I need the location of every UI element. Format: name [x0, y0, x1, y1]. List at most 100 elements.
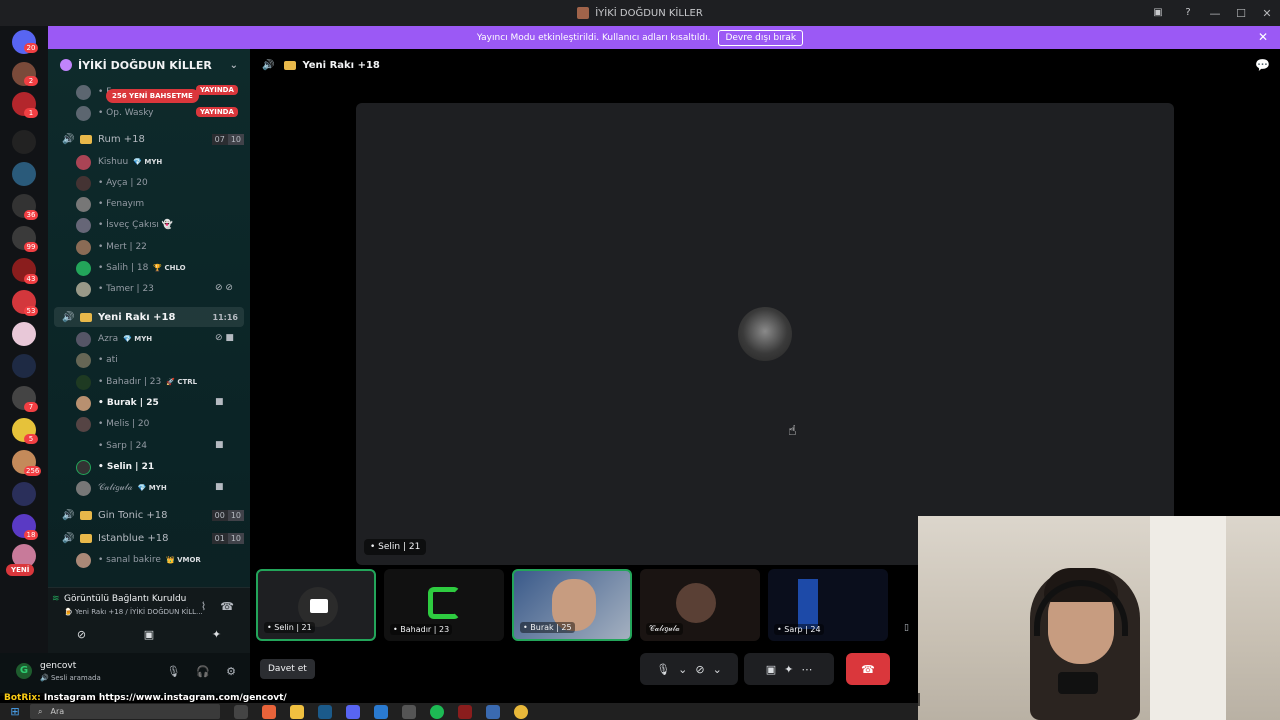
- voice-user[interactable]: • Ayça | 20: [76, 173, 148, 193]
- participant-tile[interactable]: 𝒞𝒶𝓁𝒾𝑔𝓊𝓁𝒶: [640, 569, 760, 641]
- muted-deafened-icon: ⊘ ⊘: [215, 283, 233, 293]
- participant-tile[interactable]: • Selin | 21: [256, 569, 376, 641]
- user-count: 00 10: [211, 509, 244, 521]
- microphone-icon[interactable]: 🎙: [166, 665, 180, 678]
- server-icon[interactable]: [12, 354, 36, 378]
- screen-share-icon[interactable]: ▣: [144, 628, 154, 641]
- notification-badge: 53: [24, 306, 38, 316]
- headphones-icon[interactable]: 🎧: [196, 665, 210, 678]
- disconnect-icon[interactable]: ☎: [220, 600, 234, 613]
- voice-user[interactable]: • Bahadır | 23 🚀 CTRL: [76, 372, 197, 392]
- voice-user[interactable]: • Salih | 18 🏆 CHLO: [76, 258, 186, 278]
- voice-channel-istanblue[interactable]: 🔊 Istanblue +18 01 10: [54, 528, 244, 548]
- chevron-down-icon[interactable]: ⌄: [713, 663, 722, 676]
- avatar: [76, 352, 91, 368]
- outlook-icon[interactable]: [374, 704, 388, 719]
- steam-icon[interactable]: [318, 704, 332, 719]
- participant-tile[interactable]: ⌄ • Sarp | 24: [768, 569, 888, 641]
- server-icon[interactable]: [12, 162, 36, 186]
- channel-emoji-icon: [80, 533, 92, 543]
- disable-streamer-mode-button[interactable]: Devre dışı bırak: [718, 29, 804, 46]
- windows-start-icon[interactable]: ⊞: [0, 705, 30, 718]
- participant-tile[interactable]: • Bahadır | 23: [384, 569, 504, 641]
- voice-user[interactable]: • Burak | 25: [76, 393, 159, 413]
- screen-share-icon[interactable]: ▣: [766, 663, 776, 676]
- taskbar-app-icon[interactable]: [486, 704, 500, 719]
- help-icon[interactable]: ?: [1180, 4, 1196, 20]
- voice-user[interactable]: • İsveç Çakısı 👻: [76, 215, 173, 235]
- voice-status-channel[interactable]: 🍺 Yeni Rakı +18 / İYİKİ DOĞDUN KİLL...: [64, 608, 203, 616]
- voice-user[interactable]: • Selin | 21: [76, 457, 154, 477]
- focused-participant-stage[interactable]: [356, 103, 1174, 565]
- windows-taskbar: ⊞ ⌕ Ara: [0, 703, 918, 720]
- tile-label: • Selin | 21: [264, 622, 315, 633]
- voice-user[interactable]: • ati: [76, 350, 118, 370]
- voice-user-name: Kishuu: [98, 157, 129, 167]
- voice-channel-gin-tonic[interactable]: 🔊 Gin Tonic +18 00 10: [54, 505, 244, 525]
- discord-icon[interactable]: [346, 704, 360, 719]
- voice-user[interactable]: • Melis | 20: [76, 414, 149, 434]
- voice-user[interactable]: • Sarp | 24: [76, 436, 147, 456]
- activities-icon[interactable]: ✦: [784, 663, 793, 676]
- more-options-icon[interactable]: ⋯: [801, 663, 812, 676]
- notification-badge: 43: [24, 274, 38, 284]
- avatar: [76, 196, 91, 212]
- disconnect-button[interactable]: ☎: [846, 653, 890, 685]
- task-view-icon[interactable]: [234, 704, 248, 719]
- user-count: 01 10: [211, 532, 244, 544]
- bot-name: BotRix:: [4, 693, 41, 703]
- chrome-icon[interactable]: [514, 704, 528, 719]
- taskbar-app-icon[interactable]: [262, 704, 276, 719]
- voice-user[interactable]: • Mert | 22: [76, 237, 147, 257]
- avatar: [76, 552, 91, 568]
- camera-off-icon[interactable]: ⊘: [695, 663, 704, 676]
- notification-badge: 256: [24, 466, 42, 476]
- guild-header[interactable]: İYİKİ DOĞDUN KİLLER ⌄: [48, 49, 250, 81]
- activities-icon[interactable]: ✦: [212, 628, 221, 641]
- obs-icon[interactable]: [402, 704, 416, 719]
- server-icon[interactable]: [12, 130, 36, 154]
- share-activity-group: ▣ ✦ ⋯: [744, 653, 834, 685]
- voice-user-name: • Salih | 18: [98, 263, 149, 273]
- server-icon[interactable]: [12, 322, 36, 346]
- voice-user[interactable]: • Fenayım: [76, 194, 144, 214]
- maximize-button[interactable]: ☐: [1228, 7, 1254, 20]
- inbox-icon[interactable]: ▣: [1150, 4, 1166, 20]
- voice-user[interactable]: Kishuu 💎 MYH: [76, 152, 162, 172]
- tile-label: • Sarp | 24: [774, 624, 824, 635]
- chat-bubble-icon[interactable]: 💬: [1255, 58, 1270, 72]
- new-unreads-pill[interactable]: YENİ: [6, 564, 35, 576]
- voice-user[interactable]: • Tamer | 23: [76, 279, 154, 299]
- noise-suppression-icon[interactable]: ⌇: [201, 600, 206, 613]
- taskbar-search[interactable]: ⌕ Ara: [30, 704, 220, 719]
- voice-channel-rum[interactable]: 🔊 Rum +18 07 10: [54, 129, 244, 149]
- invite-button[interactable]: Davet et: [260, 659, 315, 679]
- participant-tile[interactable]: • Burak | 25: [512, 569, 632, 641]
- server-icon[interactable]: [12, 482, 36, 506]
- camera-icon: ■: [215, 397, 224, 407]
- camera-off-icon[interactable]: ⊘: [77, 628, 86, 641]
- voice-user[interactable]: Azra 💎 MYH: [76, 329, 152, 349]
- voice-user[interactable]: • Op. Wasky: [76, 103, 153, 123]
- minimize-button[interactable]: —: [1202, 7, 1228, 20]
- voice-user-name: • Ayça | 20: [98, 178, 148, 188]
- voice-user[interactable]: • sanal bakire 👑 VMOR: [76, 550, 201, 570]
- notification-badge: 5: [24, 434, 38, 444]
- mentions-pill[interactable]: 256 YENİ BAHSETME: [106, 89, 199, 103]
- voice-user-name: • Op. Wasky: [98, 108, 154, 118]
- voice-user[interactable]: 𝒞𝒶𝓁𝒾𝑔𝓊𝓁𝒶 💎 MYH: [76, 478, 167, 498]
- spotify-icon[interactable]: [430, 704, 444, 719]
- settings-gear-icon[interactable]: ⚙: [226, 665, 236, 678]
- close-window-button[interactable]: ✕: [1254, 7, 1280, 20]
- taskbar-app-icon[interactable]: [458, 704, 472, 719]
- close-banner-icon[interactable]: ✕: [1258, 30, 1268, 44]
- avatar: [76, 175, 91, 191]
- file-explorer-icon[interactable]: [290, 704, 304, 719]
- chevron-down-icon[interactable]: ⌄: [678, 663, 687, 676]
- avatar[interactable]: G: [16, 663, 32, 679]
- streamer-mode-banner: Yayıncı Modu etkinleştirildi. Kullanıcı …: [0, 26, 1280, 49]
- channel-emoji-icon: [80, 134, 92, 144]
- microphone-icon[interactable]: 🎙: [656, 663, 670, 676]
- voice-channel-yeni-raki[interactable]: 🔊 Yeni Rakı +18 11:16: [54, 307, 244, 327]
- popout-icon[interactable]: ▯: [904, 623, 909, 633]
